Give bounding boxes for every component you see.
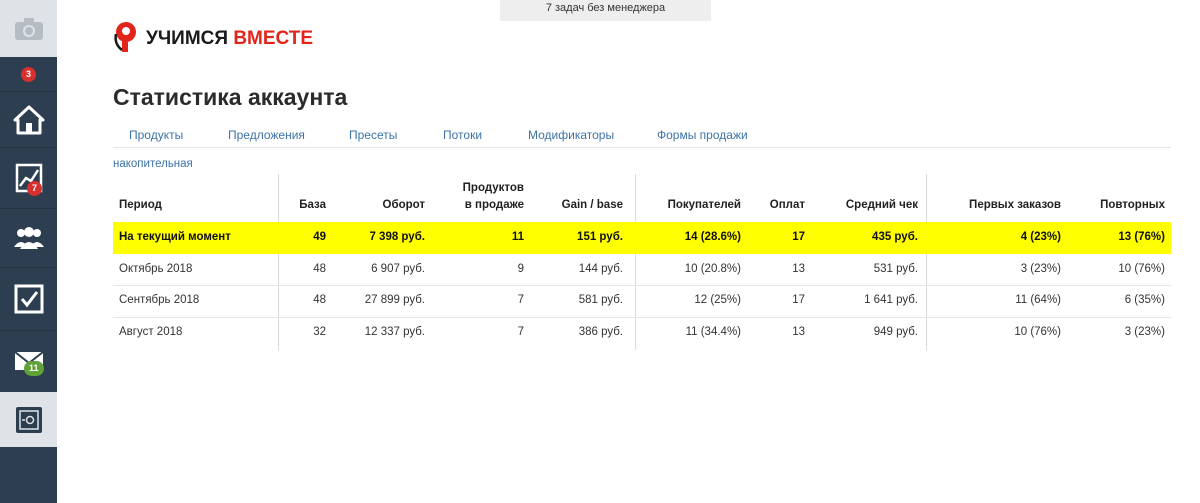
cell-payments: 17 — [792, 294, 805, 306]
cell-payments: 17 — [792, 231, 805, 243]
tab-flows[interactable]: Потоки — [443, 128, 482, 142]
checkbox-icon — [14, 284, 44, 314]
cell-period: На текущий момент — [119, 231, 231, 243]
cell-buyers: 10 (20.8%) — [684, 263, 741, 275]
tab-presets[interactable]: Пресеты — [349, 128, 397, 142]
cell-base: 32 — [313, 326, 326, 338]
header-products-line1: Продуктов — [462, 182, 524, 194]
tab-sale-forms[interactable]: Формы продажи — [657, 128, 748, 142]
cell-gain: 581 руб. — [578, 294, 623, 306]
cell-avg-check: 531 руб. — [873, 263, 918, 275]
cell-period: Сентябрь 2018 — [119, 294, 200, 306]
header-period: Период — [119, 199, 162, 211]
cell-buyers: 14 (28.6%) — [684, 231, 741, 243]
logo-word-1: УЧИМСЯ — [146, 28, 229, 49]
header-products-line2: в продаже — [464, 199, 524, 211]
cell-turnover: 27 899 руб. — [364, 294, 425, 306]
safe-icon — [14, 405, 44, 435]
cell-products: 7 — [517, 294, 524, 306]
table-row: На текущий момент 49 7 398 руб. 11 151 р… — [113, 222, 1171, 254]
header-turnover: Оборот — [382, 199, 425, 211]
cell-period: Октябрь 2018 — [119, 263, 193, 275]
users-icon — [12, 225, 46, 251]
cell-buyers: 11 (34.4%) — [685, 326, 741, 338]
sidebar-item-stats[interactable]: 7 — [0, 148, 57, 208]
tab-modifiers[interactable]: Модификаторы — [528, 128, 614, 142]
tabs-bar: Продукты Предложения Пресеты Потоки Моди… — [113, 120, 1171, 148]
sidebar: 3 7 11 — [0, 0, 57, 503]
logo[interactable]: УЧИМСЯ ВМЕСТЕ — [112, 20, 313, 59]
header-first-orders: Первых заказов — [969, 199, 1061, 211]
cell-turnover: 6 907 руб. — [371, 263, 425, 275]
table-row: Август 2018 32 12 337 руб. 7 386 руб. 11… — [113, 318, 1171, 349]
cell-avg-check: 435 руб. — [872, 231, 918, 243]
header-payments: Оплат — [769, 199, 805, 211]
logo-icon — [112, 20, 140, 59]
sidebar-item-users[interactable] — [0, 209, 57, 267]
table-row: Октябрь 2018 48 6 907 руб. 9 144 руб. 10… — [113, 254, 1171, 285]
cell-gain: 151 руб. — [577, 231, 623, 243]
cell-payments: 13 — [792, 263, 805, 275]
sidebar-item-notifications[interactable]: 3 — [0, 57, 57, 91]
sidebar-item-home[interactable] — [0, 92, 57, 147]
sidebar-item-tasks[interactable] — [0, 268, 57, 330]
cell-repeat: 10 (76%) — [1118, 263, 1165, 275]
cell-first-orders: 10 (76%) — [1014, 326, 1061, 338]
cell-products: 11 — [511, 231, 524, 243]
camera-icon — [14, 17, 44, 41]
cell-payments: 13 — [792, 326, 805, 338]
home-icon — [13, 105, 45, 135]
cell-first-orders: 11 (64%) — [1015, 294, 1061, 306]
header-buyers: Покупателей — [667, 199, 741, 211]
stats-badge: 7 — [27, 181, 43, 196]
cumulative-link[interactable]: накопительная — [113, 158, 193, 170]
header-base: База — [299, 199, 326, 211]
cell-turnover: 7 398 руб. — [369, 231, 425, 243]
cell-repeat: 13 (76%) — [1118, 231, 1165, 243]
cell-base: 48 — [313, 294, 326, 306]
cell-first-orders: 3 (23%) — [1020, 263, 1061, 275]
cell-repeat: 6 (35%) — [1124, 294, 1165, 306]
cell-products: 7 — [517, 326, 524, 338]
cell-period: Август 2018 — [119, 326, 183, 338]
cell-turnover: 12 337 руб. — [364, 326, 425, 338]
tasks-without-manager-notice[interactable]: 7 задач без менеджера — [500, 0, 711, 21]
cell-first-orders: 4 (23%) — [1020, 231, 1061, 243]
cell-base: 48 — [313, 263, 326, 275]
logo-word-2: ВМЕСТЕ — [233, 28, 314, 49]
page-title: Статистика аккаунта — [113, 84, 348, 110]
cell-buyers: 12 (25%) — [694, 294, 741, 306]
cell-gain: 386 руб. — [578, 326, 623, 338]
header-gain: Gain / base — [561, 199, 623, 211]
cell-repeat: 3 (23%) — [1124, 326, 1165, 338]
table-row: Сентябрь 2018 48 27 899 руб. 7 581 руб. … — [113, 286, 1171, 317]
mail-badge: 11 — [24, 361, 44, 376]
notification-badge: 3 — [20, 66, 36, 82]
header-avg-check: Средний чек — [845, 199, 918, 211]
cell-products: 9 — [517, 263, 524, 275]
cell-avg-check: 1 641 руб. — [864, 294, 918, 306]
sidebar-item-safe[interactable] — [0, 392, 57, 447]
logo-text: УЧИМСЯ ВМЕСТЕ — [146, 28, 313, 50]
sidebar-item-mail[interactable]: 11 — [0, 331, 57, 391]
cell-avg-check: 949 руб. — [873, 326, 918, 338]
table-header: Период База Оборот Продуктов в продаже G… — [113, 172, 1171, 222]
tab-products[interactable]: Продукты — [129, 128, 183, 142]
cell-gain: 144 руб. — [578, 263, 623, 275]
cell-base: 49 — [313, 231, 326, 243]
tab-offers[interactable]: Предложения — [228, 128, 305, 142]
header-repeat: Повторных — [1100, 199, 1165, 211]
sidebar-item-camera[interactable] — [0, 0, 57, 57]
